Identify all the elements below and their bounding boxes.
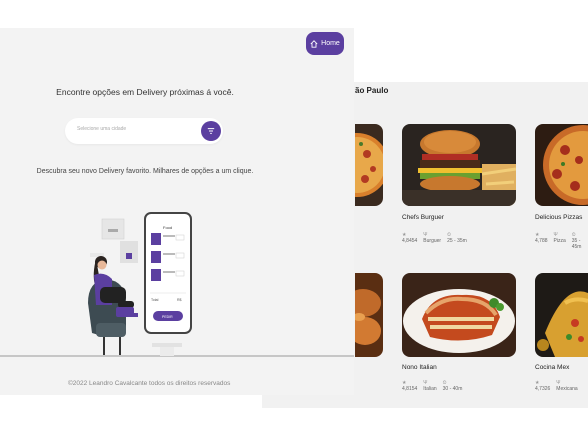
card-image-chefs-burguer[interactable] [402,124,516,206]
city-search-input[interactable] [75,125,199,133]
results-title: ão Paulo [355,86,389,95]
home-label: Home [321,40,340,47]
card-name-delicious-pizzas[interactable]: Delicious Pizzas [535,214,582,221]
rating-text: 4,8154 [402,386,418,392]
rating-text: 4,788 [535,238,548,244]
delivery-illustration: Food Total R$ PEDIR [0,212,354,357]
svg-text:PEDIR: PEDIR [162,315,173,319]
hero-subtitle: Descubra seu novo Delivery favorito. Mil… [36,168,254,175]
card-image-partial-pizza[interactable] [355,124,383,206]
footer-copyright: ©2022 Leandro Cavalcante todos os direit… [68,380,231,387]
category-text: Pizza [553,238,566,244]
card-image-nono-italian[interactable] [402,273,516,357]
phone-brand-text: Food [163,225,172,230]
card-name-nono-italian[interactable]: Nono Italian [402,364,437,371]
card-meta-chefs-burguer: ★ 4,8454 Ψ Burguer ⏲ 25 - 35m [402,232,467,244]
category-text: Burguer [423,238,442,244]
card-meta-delicious-pizzas: ★ 4,788 Ψ Pizza ⏲ 35 - 45m [535,232,588,250]
card-name-chefs-burguer[interactable]: Chefs Burguer [402,214,444,221]
hero-illustration: Food Total R$ PEDIR [0,205,354,365]
filter-button[interactable] [201,121,221,141]
time-text: 30 - 40m [442,386,463,392]
card-name-cocina-mex[interactable]: Cocina Mex [535,364,569,371]
time-text: 35 - 45m [571,238,582,250]
city-search[interactable] [65,118,223,144]
svg-text:Total: Total [151,298,159,302]
category-text: Italian [423,386,437,392]
card-image-delicious-pizzas[interactable] [535,124,588,206]
home-button[interactable]: Home [306,32,344,55]
card-meta-cocina-mex: ★ 4,7326 Ψ Mexicana [535,380,578,392]
card-image-partial-2[interactable] [355,273,383,357]
hero-headline: Encontre opções em Delivery próximas á v… [56,87,234,97]
card-image-cocina-mex[interactable] [535,273,588,357]
card-meta-nono-italian: ★ 4,8154 Ψ Italian ⏲ 30 - 40m [402,380,462,392]
svg-text:R$: R$ [177,298,182,302]
filter-icon [207,128,215,134]
time-text: 25 - 35m [447,238,467,244]
home-icon [310,39,318,48]
rating-text: 4,7326 [535,386,551,392]
category-text: Mexicana [556,386,578,392]
rating-text: 4,8454 [402,238,418,244]
